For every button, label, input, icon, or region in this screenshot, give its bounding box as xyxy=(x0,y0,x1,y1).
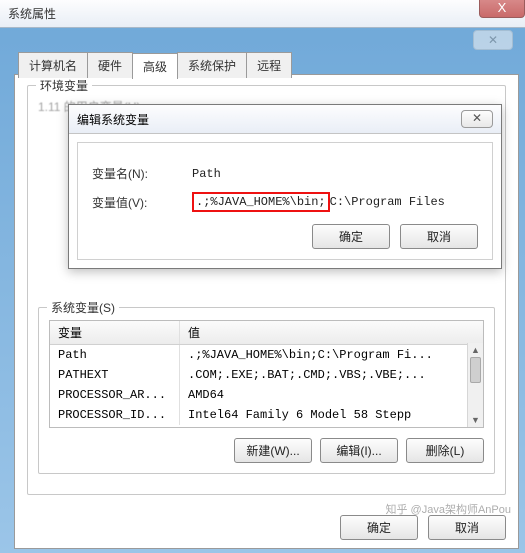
system-vars-buttons: 新建(W)... 编辑(I)... 删除(L) xyxy=(49,438,484,463)
background-close-button[interactable]: ✕ xyxy=(473,30,513,50)
system-properties-titlebar: 系统属性 X xyxy=(0,0,525,28)
variable-value-label: 变量值(V): xyxy=(92,194,192,211)
tab-strip: 计算机名 硬件 高级 系统保护 远程 xyxy=(18,52,525,78)
table-row[interactable]: Path .;%JAVA_HOME%\bin;C:\Program Fi... xyxy=(50,345,483,365)
system-variables-list[interactable]: 变量 值 Path .;%JAVA_HOME%\bin;C:\Program F… xyxy=(49,320,484,428)
delete-variable-button[interactable]: 删除(L) xyxy=(406,438,484,463)
environment-variables-group: 环境变量 1.11 的用户变量(U) 编辑系统变量 ✕ 变量名(N): Path… xyxy=(27,85,506,495)
row-name: PROCESSOR_ID... xyxy=(50,405,180,425)
watermark: 知乎 @Java架构师AnPou xyxy=(386,501,512,517)
window-title: 系统属性 xyxy=(8,5,56,22)
col-variable[interactable]: 变量 xyxy=(50,321,180,344)
tab-hardware[interactable]: 硬件 xyxy=(87,52,133,78)
row-name: PATHEXT xyxy=(50,365,180,385)
variable-value-field[interactable]: .;%JAVA_HOME%\bin;C:\Program Files xyxy=(192,192,445,212)
dialog-body: 变量名(N): Path 变量值(V): .;%JAVA_HOME%\bin;C… xyxy=(77,142,493,260)
row-value: .;%JAVA_HOME%\bin;C:\Program Fi... xyxy=(180,345,483,365)
system-variables-group: 系统变量(S) 变量 值 Path .;%JAVA_HOME%\bin;C:\P… xyxy=(38,307,495,474)
table-row[interactable]: PROCESSOR_AR... AMD64 xyxy=(50,385,483,405)
env-cancel-button[interactable]: 取消 xyxy=(428,515,506,540)
env-dialog-footer: 确定 取消 xyxy=(340,515,506,540)
variable-value-rest: C:\Program Files xyxy=(330,195,445,209)
list-rows: Path .;%JAVA_HOME%\bin;C:\Program Fi... … xyxy=(50,345,483,425)
edit-variable-button[interactable]: 编辑(I)... xyxy=(320,438,398,463)
scroll-thumb[interactable] xyxy=(470,357,481,383)
variable-value-row: 变量值(V): .;%JAVA_HOME%\bin;C:\Program Fil… xyxy=(92,192,478,212)
list-scrollbar[interactable]: ▲ ▼ xyxy=(467,343,483,427)
dialog-ok-button[interactable]: 确定 xyxy=(312,224,390,249)
variable-name-row: 变量名(N): Path xyxy=(92,165,478,182)
variable-name-field[interactable]: Path xyxy=(192,167,221,181)
scroll-down-icon[interactable]: ▼ xyxy=(468,413,483,427)
window-close-button[interactable]: X xyxy=(479,0,525,18)
row-name: PROCESSOR_AR... xyxy=(50,385,180,405)
new-variable-button[interactable]: 新建(W)... xyxy=(234,438,312,463)
edit-system-variable-dialog: 编辑系统变量 ✕ 变量名(N): Path 变量值(V): .;%JAVA_HO… xyxy=(68,104,502,269)
table-row[interactable]: PROCESSOR_ID... Intel64 Family 6 Model 5… xyxy=(50,405,483,425)
tab-system-protection[interactable]: 系统保护 xyxy=(177,52,247,78)
tab-computer-name[interactable]: 计算机名 xyxy=(18,52,88,78)
tab-advanced[interactable]: 高级 xyxy=(132,53,178,79)
table-row[interactable]: PATHEXT .COM;.EXE;.BAT;.CMD;.VBS;.VBE;..… xyxy=(50,365,483,385)
dialog-button-row: 确定 取消 xyxy=(92,224,478,249)
dialog-titlebar: 编辑系统变量 ✕ xyxy=(69,105,501,134)
row-value: Intel64 Family 6 Model 58 Stepp xyxy=(180,405,483,425)
tab-remote[interactable]: 远程 xyxy=(246,52,292,78)
variable-value-highlight: .;%JAVA_HOME%\bin; xyxy=(192,192,330,212)
dialog-cancel-button[interactable]: 取消 xyxy=(400,224,478,249)
env-ok-button[interactable]: 确定 xyxy=(340,515,418,540)
advanced-tab-page: 环境变量 1.11 的用户变量(U) 编辑系统变量 ✕ 变量名(N): Path… xyxy=(14,74,519,549)
variable-name-label: 变量名(N): xyxy=(92,165,192,182)
sys-group-legend: 系统变量(S) xyxy=(47,299,119,316)
row-value: .COM;.EXE;.BAT;.CMD;.VBS;.VBE;... xyxy=(180,365,483,385)
row-value: AMD64 xyxy=(180,385,483,405)
scroll-up-icon[interactable]: ▲ xyxy=(468,343,483,357)
row-name: Path xyxy=(50,345,180,365)
env-group-legend: 环境变量 xyxy=(36,77,92,94)
col-value[interactable]: 值 xyxy=(180,321,483,344)
list-header: 变量 值 xyxy=(50,321,483,345)
dialog-close-button[interactable]: ✕ xyxy=(461,110,493,128)
dialog-title: 编辑系统变量 xyxy=(77,111,149,128)
